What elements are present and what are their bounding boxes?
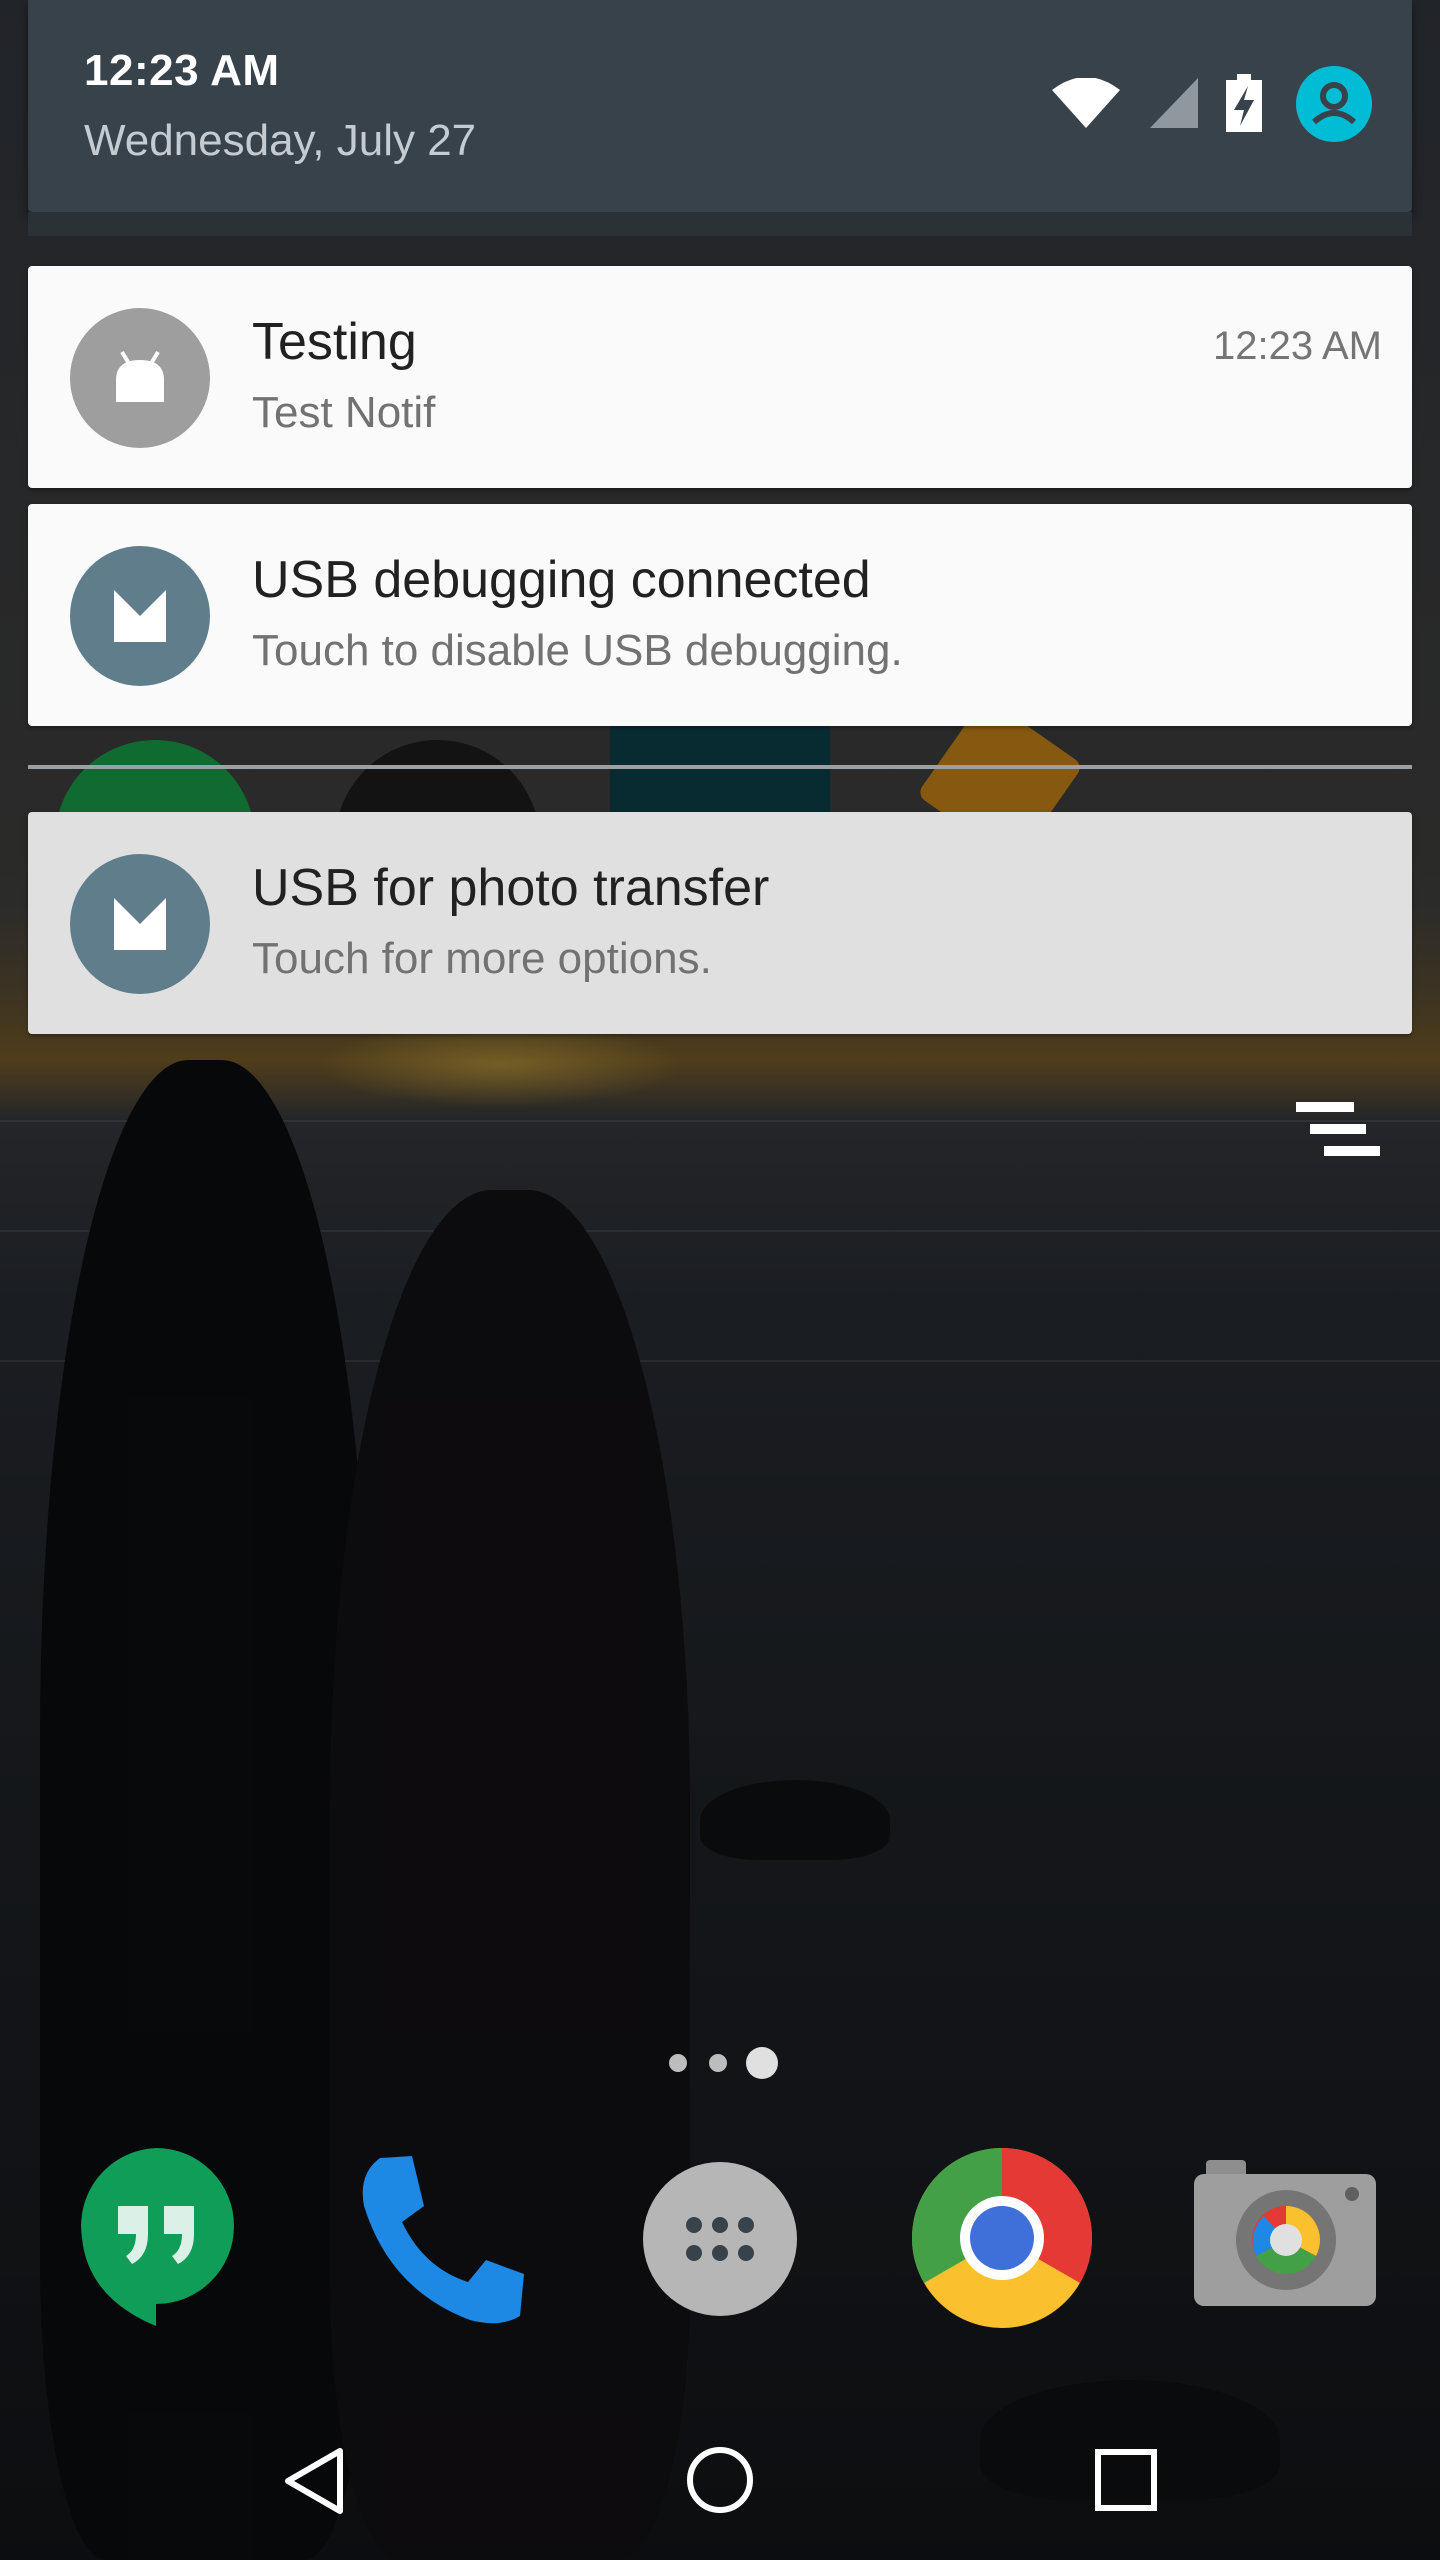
- notification-text: Test Notif: [252, 388, 436, 437]
- user-avatar-icon[interactable]: [1296, 66, 1372, 142]
- clear-all-icon[interactable]: [1296, 1102, 1380, 1162]
- camera-icon[interactable]: [1194, 2160, 1376, 2306]
- home-icon[interactable]: [686, 2446, 754, 2514]
- page-indicator-dot-active: [746, 2047, 778, 2079]
- chrome-icon[interactable]: [912, 2148, 1092, 2328]
- recents-icon[interactable]: [1094, 2448, 1158, 2512]
- navigation-bar: [0, 2390, 1440, 2560]
- notification-time: 12:23 AM: [1212, 324, 1382, 368]
- android-usb-icon: [70, 854, 210, 994]
- app-drawer-icon[interactable]: [643, 2162, 797, 2316]
- notification-title: USB for photo transfer: [252, 859, 770, 917]
- clock: 12:23 AM: [84, 46, 280, 95]
- date: Wednesday, July 27: [84, 116, 477, 165]
- notification-text: Touch to disable USB debugging.: [252, 626, 903, 675]
- android-icon: [70, 308, 210, 448]
- page-indicator-dot: [709, 2054, 727, 2072]
- cell-signal-icon: [1150, 78, 1198, 128]
- notification-title: Testing: [252, 313, 417, 371]
- notification-title: USB debugging connected: [252, 551, 871, 609]
- hangouts-icon[interactable]: [78, 2148, 234, 2326]
- notification-testing[interactable]: Testing Test Notif 12:23 AM: [28, 266, 1412, 488]
- notification-divider: [28, 765, 1412, 769]
- notification-text: Touch for more options.: [252, 934, 712, 983]
- android-bug-icon: [70, 546, 210, 686]
- phone-icon[interactable]: [350, 2150, 530, 2330]
- notification-usb-debugging[interactable]: USB debugging connected Touch to disable…: [28, 504, 1412, 726]
- back-icon[interactable]: [282, 2446, 346, 2516]
- page-indicator-dot: [669, 2054, 687, 2072]
- wifi-icon: [1052, 78, 1120, 128]
- notification-shade-header[interactable]: 12:23 AM Wednesday, July 27: [28, 0, 1412, 236]
- notification-usb-photo-transfer[interactable]: USB for photo transfer Touch for more op…: [28, 812, 1412, 1034]
- battery-charging-icon: [1226, 74, 1262, 132]
